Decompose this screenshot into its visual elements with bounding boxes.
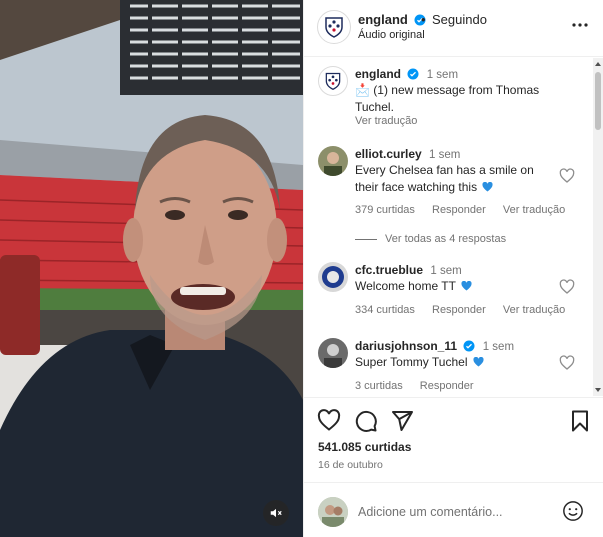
comment-username-text[interactable]: elliot.curley bbox=[355, 147, 422, 161]
comments-scrollbar[interactable] bbox=[593, 58, 603, 396]
comment-reply-button[interactable]: Responder bbox=[420, 380, 474, 392]
comment-likes-count[interactable]: 334 curtidas bbox=[355, 304, 415, 316]
comment-username-text[interactable]: dariusjohnson_11 bbox=[355, 339, 457, 353]
comment-like-heart-icon[interactable] bbox=[559, 355, 575, 371]
heart-outline-icon[interactable] bbox=[317, 409, 341, 433]
comment-translate-link[interactable]: Ver tradução bbox=[503, 304, 565, 316]
send-icon[interactable] bbox=[390, 409, 414, 433]
comment-time[interactable]: 1 sem bbox=[430, 265, 461, 277]
video-frame bbox=[0, 0, 303, 537]
replies-line bbox=[355, 238, 377, 240]
comment-text: Super Tommy Tuchel bbox=[355, 354, 560, 371]
comment-meta: 379 curtidas Responder Ver tradução bbox=[355, 204, 579, 216]
scroll-down-arrow-icon[interactable] bbox=[595, 388, 601, 392]
emoji-smile-icon[interactable] bbox=[562, 500, 584, 522]
comment-text-body: Welcome home TT bbox=[355, 279, 456, 293]
user-photo-icon bbox=[318, 338, 348, 368]
comment-like-heart-icon[interactable] bbox=[559, 279, 575, 295]
england-avatar[interactable] bbox=[317, 10, 351, 44]
blue-heart-icon bbox=[473, 357, 484, 367]
comment-meta: 3 curtidas Responder bbox=[355, 380, 488, 392]
user-photo-icon bbox=[318, 146, 348, 176]
post-header: england • Seguindo Áudio original bbox=[304, 0, 603, 57]
header-separator: • bbox=[421, 12, 426, 27]
post-date[interactable]: 16 de outubro bbox=[318, 459, 383, 471]
bookmark-icon[interactable] bbox=[568, 409, 592, 433]
scroll-thumb[interactable] bbox=[595, 72, 601, 130]
comment-translate-link[interactable]: Ver tradução bbox=[503, 204, 565, 216]
user-photo-icon bbox=[318, 262, 348, 292]
view-replies-button[interactable]: Ver todas as 4 respostas bbox=[355, 233, 506, 245]
header-username[interactable]: england bbox=[358, 12, 426, 27]
user-photo-icon bbox=[318, 497, 348, 527]
comment-likes-count[interactable]: 3 curtidas bbox=[355, 380, 403, 392]
action-bar: 541.085 curtidas 16 de outubro bbox=[304, 397, 603, 477]
post-panel: england • Seguindo Áudio original englan… bbox=[303, 0, 603, 537]
comment-text-body: Super Tommy Tuchel bbox=[355, 355, 468, 369]
original-audio-link[interactable]: Áudio original bbox=[358, 29, 425, 41]
comment-reply-button[interactable]: Responder bbox=[432, 204, 486, 216]
comment-avatar[interactable] bbox=[318, 146, 348, 176]
caption-meta: Ver tradução bbox=[355, 115, 431, 127]
caption-text: 📩 (1) new message from Thomas Tuchel. bbox=[355, 83, 540, 114]
comment-icon[interactable] bbox=[354, 409, 378, 433]
caption-time[interactable]: 1 sem bbox=[427, 69, 458, 81]
mute-button[interactable] bbox=[263, 500, 289, 526]
comment-like-heart-icon[interactable] bbox=[559, 168, 575, 184]
following-button[interactable]: Seguindo bbox=[432, 12, 487, 27]
comment-time[interactable]: 1 sem bbox=[483, 341, 514, 353]
caption-translate-link[interactable]: Ver tradução bbox=[355, 115, 417, 127]
comment-text-body: Every Chelsea fan has a smile on their f… bbox=[355, 163, 534, 194]
comment-avatar[interactable] bbox=[318, 338, 348, 368]
comment-username-text[interactable]: cfc.trueblue bbox=[355, 263, 423, 277]
comment-username[interactable]: elliot.curley 1 sem bbox=[355, 147, 460, 161]
verified-badge-icon bbox=[463, 340, 475, 352]
comment-username[interactable]: dariusjohnson_11 1 sem bbox=[355, 339, 514, 353]
blue-heart-icon bbox=[482, 182, 493, 192]
verified-badge-icon bbox=[407, 68, 419, 80]
caption-avatar[interactable] bbox=[318, 66, 348, 96]
blue-heart-icon bbox=[461, 281, 472, 291]
likes-count[interactable]: 541.085 curtidas bbox=[318, 440, 411, 454]
england-crest-icon bbox=[325, 72, 341, 91]
my-avatar bbox=[318, 497, 348, 527]
header-username-text[interactable]: england bbox=[358, 12, 408, 27]
comment-text: Every Chelsea fan has a smile on their f… bbox=[355, 162, 560, 196]
reel-video[interactable] bbox=[0, 0, 303, 537]
scroll-up-arrow-icon[interactable] bbox=[595, 62, 601, 66]
comment-likes-count[interactable]: 379 curtidas bbox=[355, 204, 415, 216]
add-comment-bar bbox=[304, 482, 603, 537]
view-replies-text[interactable]: Ver todas as 4 respostas bbox=[385, 233, 506, 245]
comment-input[interactable] bbox=[358, 503, 558, 521]
comments-list[interactable]: england 1 sem 📩 (1) new message from Tho… bbox=[304, 58, 603, 396]
comment-text: Welcome home TT bbox=[355, 278, 560, 295]
comment-avatar[interactable] bbox=[318, 262, 348, 292]
comment-time[interactable]: 1 sem bbox=[429, 149, 460, 161]
more-horizontal-icon bbox=[572, 23, 588, 27]
comment-username[interactable]: cfc.trueblue 1 sem bbox=[355, 263, 462, 277]
comment-reply-button[interactable]: Responder bbox=[432, 304, 486, 316]
england-crest-icon bbox=[325, 17, 343, 38]
more-options-button[interactable] bbox=[571, 18, 589, 32]
caption-username[interactable]: england 1 sem bbox=[355, 67, 458, 81]
speaker-muted-icon bbox=[270, 508, 282, 518]
caption-username-text[interactable]: england bbox=[355, 67, 401, 81]
comment-meta: 334 curtidas Responder Ver tradução bbox=[355, 304, 579, 316]
